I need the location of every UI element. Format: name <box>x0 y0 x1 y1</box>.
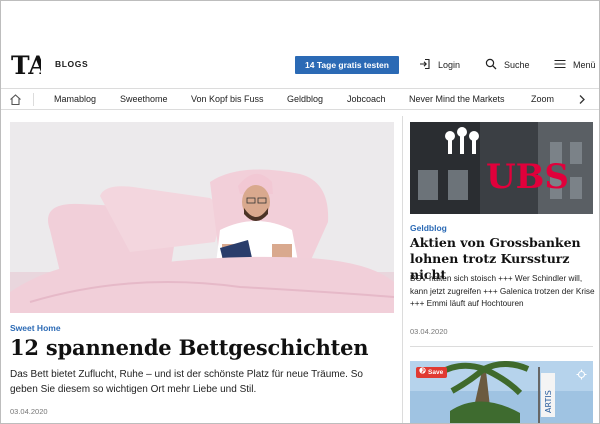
nav-divider <box>33 93 34 106</box>
search-button[interactable]: Suche <box>485 57 530 73</box>
svg-text:ARTIS: ARTIS <box>544 390 553 413</box>
article-headline[interactable]: 12 spannende Bettgeschichten <box>10 335 369 360</box>
menu-label: Menü <box>573 60 596 70</box>
trial-button[interactable]: 14 Tage gratis testen <box>295 56 399 74</box>
nav-item-never-mind-the-markets[interactable]: Never Mind the Markets <box>409 94 505 104</box>
nav-item-sweethome[interactable]: Sweethome <box>120 94 168 104</box>
blog-nav: Mamablog Sweethome Von Kopf bis Fuss Gel… <box>1 88 599 110</box>
login-icon <box>419 58 431 72</box>
side-article-kicker[interactable]: Geldblog <box>410 223 447 233</box>
side-article-lead: BCV halten sich stoisch +++ Wer Schindle… <box>410 274 595 308</box>
menu-button[interactable]: Menü <box>554 57 596 73</box>
pinterest-icon <box>419 367 426 378</box>
pinterest-save-button[interactable]: Save <box>416 367 448 378</box>
site-logo[interactable]: TA <box>11 51 48 80</box>
card-divider <box>410 346 593 347</box>
article-kicker[interactable]: Sweet Home <box>10 323 61 333</box>
search-label: Suche <box>504 60 530 70</box>
login-button[interactable]: Login <box>419 57 460 73</box>
nav-item-von-kopf-bis-fuss[interactable]: Von Kopf bis Fuss <box>191 94 264 104</box>
nav-item-mamablog[interactable]: Mamablog <box>54 94 96 104</box>
site-header: TA BLOGS 14 Tage gratis testen Login Suc… <box>9 49 596 81</box>
nav-item-zoom[interactable]: Zoom <box>531 94 554 104</box>
side-article-image[interactable]: UBS <box>410 122 593 214</box>
save-label: Save <box>428 369 444 376</box>
svg-text:TA: TA <box>11 51 41 79</box>
expand-icon[interactable] <box>576 367 587 380</box>
chevron-right-icon[interactable] <box>577 93 587 106</box>
nav-item-jobcoach[interactable]: Jobcoach <box>347 94 386 104</box>
login-label: Login <box>438 60 461 70</box>
search-icon <box>485 58 497 72</box>
side-article-date: 03.04.2020 <box>410 327 448 336</box>
article-lead: Das Bett bietet Zuflucht, Ruhe – und ist… <box>10 369 363 395</box>
nav-item-geldblog[interactable]: Geldblog <box>287 94 323 104</box>
section-title[interactable]: BLOGS <box>55 59 88 69</box>
home-icon[interactable] <box>9 93 22 106</box>
hamburger-icon <box>554 58 566 72</box>
column-divider <box>402 116 403 423</box>
main-article-image[interactable] <box>10 122 394 313</box>
browser-viewport: TA BLOGS 14 Tage gratis testen Login Suc… <box>0 0 600 424</box>
article-date: 03.04.2020 <box>10 407 48 416</box>
svg-text:UBS: UBS <box>486 157 569 197</box>
